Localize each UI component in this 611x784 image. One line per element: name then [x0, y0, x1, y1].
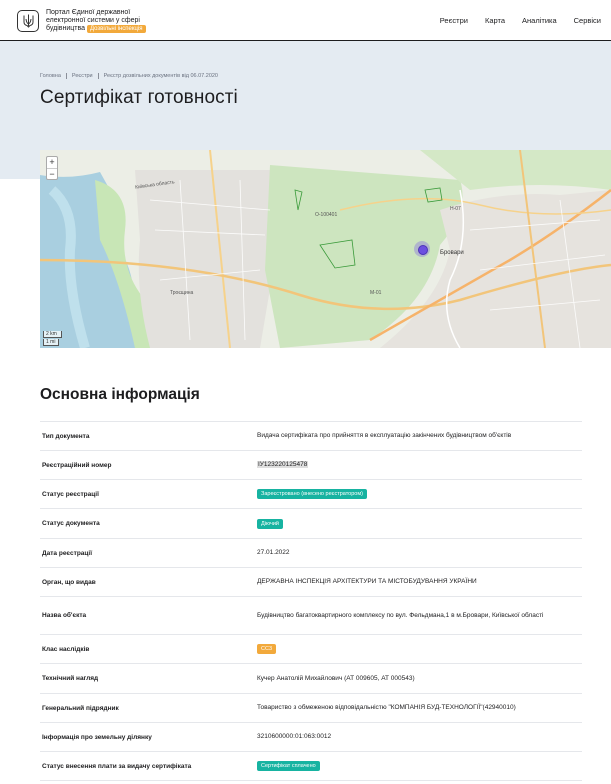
scale-km: 2 km: [43, 331, 62, 338]
map-label-city: Бровари: [440, 250, 464, 256]
site-header: Портал Єдиної державної електронної сист…: [0, 0, 611, 41]
brand-line-3: будівництва: [46, 25, 86, 32]
table-row: Клас наслідків СС3: [40, 635, 582, 664]
map-label-road-o: О-100401: [315, 212, 338, 218]
consequence-class-badge: СС3: [257, 644, 277, 654]
row-label: Орган, що видав: [42, 578, 96, 586]
table-row: Статус реєстрації Зареєстровано (внесено…: [40, 480, 582, 509]
row-value: Будівництво багатоквартирного комплексу …: [257, 611, 544, 619]
map-label-road-m01: М-01: [370, 290, 382, 296]
breadcrumb-home[interactable]: Головна: [40, 73, 61, 79]
zoom-controls: + −: [46, 156, 58, 180]
zoom-in-button[interactable]: +: [47, 157, 57, 168]
table-row: Технічний нагляд Кучер Анатолій Михайлов…: [40, 664, 582, 694]
breadcrumb-separator: [65, 73, 67, 79]
map-tiles: [40, 150, 611, 348]
table-row: Реєстраційний номер IУ123220125478: [40, 451, 582, 480]
zoom-out-button[interactable]: −: [47, 168, 57, 179]
table-row: Статус внесення плати за видачу сертифік…: [40, 752, 582, 781]
row-value: ДЕРЖАВНА ІНСПЕКЦІЯ АРХІТЕКТУРИ ТА МІСТОБ…: [257, 578, 477, 585]
location-map[interactable]: Бровари Троєщина Київська область М-01 Н…: [40, 150, 611, 348]
row-label: Назва об'єкта: [42, 612, 87, 619]
row-value: 27.01.2022: [257, 549, 290, 556]
nav-analytics[interactable]: Аналітика: [522, 16, 557, 25]
brand-line-2: електронної системи у сфері: [46, 17, 140, 24]
table-row: Назва об'єкта Будівництво багатоквартирн…: [40, 597, 582, 635]
row-value: 3210600000:01:063:0012: [257, 733, 332, 740]
table-row: Інформація про земельну ділянку 32106000…: [40, 723, 582, 752]
map-label-district: Троєщина: [170, 290, 194, 296]
payment-status-badge: Сертифікат сплачено: [257, 761, 320, 771]
brand-line-1: Портал Єдиної державної: [46, 9, 131, 16]
main-nav: Реєстри Карта Аналітика Сервіси: [423, 16, 601, 25]
nav-services[interactable]: Сервіси: [574, 16, 601, 25]
registration-number[interactable]: IУ123220125478: [257, 461, 309, 468]
breadcrumb-registry[interactable]: Реєстр дозвільних документів від 06.07.2…: [104, 73, 218, 79]
row-value: Видача сертифіката про прийняття в експл…: [257, 432, 512, 439]
table-row: Дата реєстрації 27.01.2022: [40, 539, 582, 568]
page-title: Сертифікат готовності: [40, 87, 238, 108]
nav-map[interactable]: Карта: [485, 16, 505, 25]
breadcrumb: Головна Реєстри Реєстр дозвільних докуме…: [40, 73, 218, 79]
row-label: Статус реєстрації: [42, 490, 99, 498]
trident-logo-icon[interactable]: [17, 10, 39, 32]
row-value: Товариство з обмеженою відповідальністю …: [257, 704, 516, 711]
info-table: Тип документа Видача сертифіката про при…: [40, 421, 582, 781]
trident-icon: [23, 14, 33, 28]
table-row: Генеральний підрядник Товариство з обмеж…: [40, 694, 582, 723]
map-label-road-h07: Н-07: [450, 206, 461, 212]
table-row: Тип документа Видача сертифіката про при…: [40, 422, 582, 451]
row-label: Технічний нагляд: [42, 675, 99, 682]
breadcrumb-registries[interactable]: Реєстри: [72, 73, 93, 79]
breadcrumb-separator: [97, 73, 99, 79]
map-scale: 2 km 1 mi: [43, 330, 62, 346]
row-label: Клас наслідків: [42, 645, 90, 653]
row-label: Генеральний підрядник: [42, 704, 119, 712]
row-value: Кучер Анатолій Михайлович (АТ 009605, АТ…: [257, 674, 415, 682]
portal-brand[interactable]: Портал Єдиної державної електронної сист…: [46, 9, 176, 33]
table-row: Статус документа Діючий: [40, 509, 582, 539]
table-row: Орган, що видав ДЕРЖАВНА ІНСПЕКЦІЯ АРХІТ…: [40, 568, 582, 597]
row-label: Статус внесення плати за видачу сертифік…: [42, 762, 192, 770]
row-label: Реєстраційний номер: [42, 461, 112, 469]
scale-mi: 1 mi: [43, 339, 59, 346]
section-title: Основна інформація: [40, 386, 200, 403]
brand-badge: Дозвільні інспекція: [87, 25, 146, 33]
nav-registries[interactable]: Реєстри: [440, 16, 468, 25]
row-label: Інформація про земельну ділянку: [42, 733, 152, 741]
row-label: Дата реєстрації: [42, 549, 93, 557]
location-marker-icon[interactable]: [414, 241, 430, 257]
registration-status-badge: Зареєстровано (внесено реєстратором): [257, 489, 367, 499]
row-label: Тип документа: [42, 432, 90, 440]
document-status-badge: Діючий: [257, 518, 283, 529]
row-label: Статус документа: [42, 520, 100, 527]
